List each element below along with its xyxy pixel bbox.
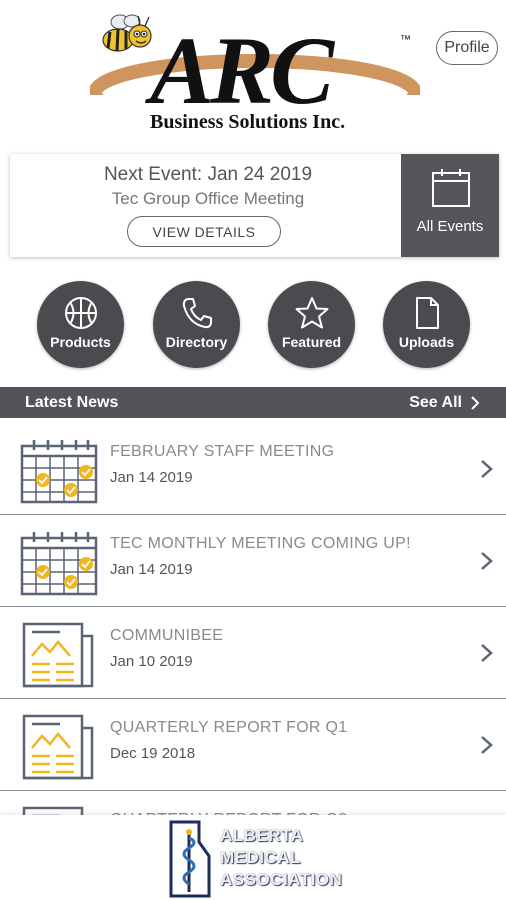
see-all-label: See All: [409, 394, 462, 411]
calendar-check-icon: [20, 440, 98, 504]
news-item-date: Dec 19 2018: [110, 745, 196, 762]
profile-button[interactable]: Profile: [436, 31, 498, 65]
latest-news-title: Latest News: [25, 394, 119, 411]
news-item[interactable]: COMMUNIBEE Jan 10 2019: [0, 607, 506, 699]
alberta-medical-text: ALBERTA MEDICAL ASSOCIATION: [220, 825, 342, 891]
news-item-date: Jan 14 2019: [110, 561, 193, 578]
news-item-title: QUARTERLY REPORT FOR Q1: [110, 719, 348, 736]
calendar-icon: [432, 169, 470, 207]
latest-news-bar: Latest News See All: [0, 387, 506, 418]
uploads-button[interactable]: Uploads: [383, 281, 470, 368]
bee-icon: [102, 14, 152, 52]
see-all-button[interactable]: See All: [409, 394, 480, 412]
star-icon: [295, 297, 329, 329]
logo-text: ARC: [145, 17, 335, 124]
newspaper-icon: [22, 714, 94, 780]
phone-icon: [182, 298, 212, 329]
document-icon: [416, 297, 439, 329]
products-label: Products: [50, 334, 111, 350]
footer-line-1: ALBERTA: [220, 826, 304, 845]
news-item-title: TEC MONTHLY MEETING COMING UP!: [110, 535, 411, 552]
chevron-right-icon: [481, 736, 493, 754]
uploads-label: Uploads: [398, 334, 455, 350]
news-item-title: COMMUNIBEE: [110, 627, 224, 644]
chevron-right-icon: [481, 552, 493, 570]
all-events-button[interactable]: All Events: [401, 154, 499, 257]
logo-tm: ™: [400, 34, 411, 46]
chevron-right-icon: [481, 460, 493, 478]
all-events-label: All Events: [416, 218, 484, 235]
news-item-title: FEBRUARY STAFF MEETING: [110, 443, 335, 460]
news-item[interactable]: TEC MONTHLY MEETING COMING UP! Jan 14 20…: [0, 515, 506, 607]
directory-button[interactable]: Directory: [153, 281, 240, 368]
alberta-medical-logo: [169, 820, 211, 898]
products-button[interactable]: Products: [37, 281, 124, 368]
view-details-button[interactable]: VIEW DETAILS: [127, 216, 281, 247]
logo-subtitle: Business Solutions Inc.: [150, 111, 345, 133]
news-item-date: Jan 14 2019: [110, 469, 193, 486]
footer-line-2: MEDICAL: [220, 848, 301, 867]
directory-label: Directory: [165, 334, 228, 350]
featured-button[interactable]: Featured: [268, 281, 355, 368]
calendar-check-icon: [20, 532, 98, 596]
news-item-date: Jan 10 2019: [110, 653, 193, 670]
newspaper-icon: [22, 622, 94, 688]
chevron-right-icon: [481, 644, 493, 662]
next-event-card: Next Event: Jan 24 2019 Tec Group Office…: [10, 154, 499, 257]
chevron-right-icon: [471, 396, 480, 410]
footer-line-3: ASSOCIATION: [220, 870, 343, 889]
basketball-icon: [65, 297, 97, 329]
app-header: ARC ™ Business Solutions Inc. Profile: [0, 0, 506, 150]
featured-label: Featured: [281, 334, 342, 350]
news-item[interactable]: QUARTERLY REPORT FOR Q1 Dec 19 2018: [0, 699, 506, 791]
news-item[interactable]: FEBRUARY STAFF MEETING Jan 14 2019: [0, 423, 506, 515]
sponsor-footer: ALBERTA MEDICAL ASSOCIATION: [0, 815, 506, 900]
next-event-title: Next Event: Jan 24 2019: [103, 164, 313, 185]
next-event-subtitle: Tec Group Office Meeting: [111, 189, 305, 208]
